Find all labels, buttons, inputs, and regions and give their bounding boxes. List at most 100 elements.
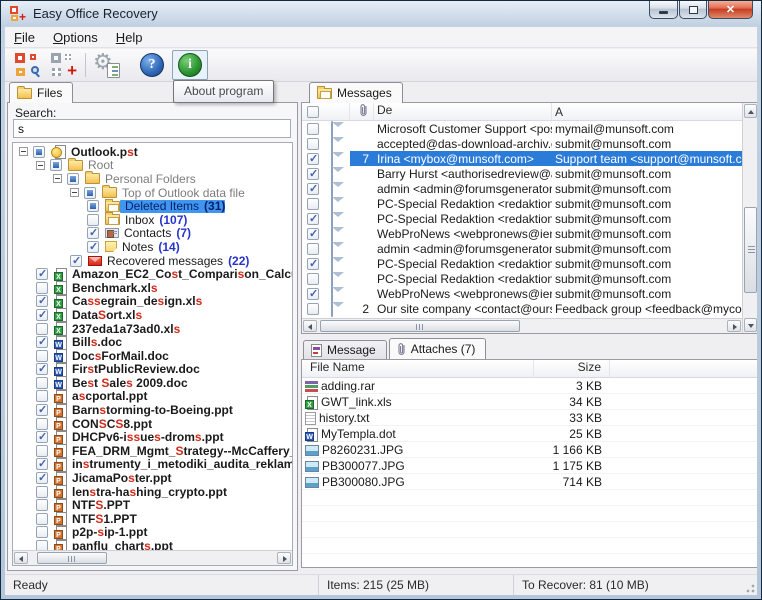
scroll-down-button[interactable] — [744, 318, 757, 332]
attachment-row[interactable]: P8260231.JPG 1 166 KB — [302, 442, 757, 458]
tab-attaches[interactable]: Attaches (7) — [388, 338, 487, 359]
file-name-column-header[interactable]: File Name — [302, 360, 534, 377]
message-checkbox[interactable] — [307, 302, 319, 315]
message-row[interactable]: WebProNews <webpronews@ientry... submit@… — [302, 225, 742, 242]
message-checkbox[interactable] — [307, 137, 319, 150]
tree-item[interactable]: Outlook.pst — [13, 145, 292, 160]
tree-expander[interactable] — [53, 174, 62, 184]
tree-item[interactable]: W FirstPublicReview.doc — [13, 362, 292, 377]
tree-item[interactable]: Personal Folders — [13, 171, 292, 186]
select-all-checkbox[interactable] — [307, 105, 319, 118]
resize-grip[interactable] — [743, 581, 755, 593]
message-row[interactable]: 2 Our site company <contact@oursite> Fee… — [302, 300, 742, 317]
tree-checkbox[interactable] — [36, 308, 48, 321]
a-column-header[interactable]: A — [552, 105, 742, 119]
message-row[interactable]: PC-Special Redaktion <redaktion@p... sub… — [302, 270, 742, 287]
open-office-file-button[interactable] — [9, 50, 45, 80]
tree-checkbox[interactable] — [36, 362, 48, 376]
tree-horizontal-scrollbar[interactable] — [13, 550, 292, 565]
attachment-row[interactable]: W MyTempla.dot 25 KB — [302, 426, 757, 442]
tree-item[interactable]: Root — [13, 157, 292, 172]
message-checkbox[interactable] — [307, 197, 319, 210]
menu-item-file[interactable]: File — [5, 28, 44, 47]
tree-item[interactable]: X Amazon_EC2_Cost_Comparison_Calculato — [13, 267, 292, 282]
tab-files[interactable]: Files — [9, 82, 74, 103]
size-column-header[interactable]: Size — [534, 360, 610, 377]
message-checkbox[interactable] — [307, 287, 319, 300]
tree-item[interactable]: X Benchmark.xls — [13, 281, 292, 296]
menu-item-help[interactable]: Help — [107, 28, 152, 47]
tree-item[interactable]: Deleted Items (31) — [13, 198, 292, 213]
tree-item[interactable]: P instrumenty_i_metodiki_audita_reklamny — [13, 457, 292, 472]
message-row[interactable]: Barry Hurst <authorisedreview@aol... sub… — [302, 165, 742, 182]
message-checkbox[interactable] — [307, 122, 319, 135]
tree-checkbox[interactable] — [87, 213, 99, 226]
message-checkbox[interactable] — [307, 212, 319, 225]
add-office-file-button[interactable]: + — [45, 50, 81, 80]
attachment-column-header[interactable] — [350, 103, 374, 120]
messages-vertical-scrollbar[interactable] — [742, 103, 757, 333]
message-checkbox[interactable] — [307, 227, 319, 240]
tree-checkbox[interactable] — [36, 540, 48, 550]
tree-item[interactable]: Notes (14) — [13, 240, 292, 254]
tree-item[interactable]: P p2p-sip-1.ppt — [13, 525, 292, 540]
tree-item[interactable]: Inbox (107) — [13, 212, 292, 227]
attachment-row[interactable]: history.txt 33 KB — [302, 410, 757, 426]
scroll-right-button[interactable] — [727, 320, 741, 332]
tree-expander[interactable] — [70, 188, 79, 198]
attachment-row[interactable]: PB300080.JPG 714 KB — [302, 474, 757, 490]
tree-item[interactable]: W Bills.doc — [13, 335, 292, 350]
message-row[interactable]: admin <admin@forumsgenerator.co... submi… — [302, 180, 742, 197]
tree-expander[interactable] — [19, 147, 28, 157]
message-row[interactable]: Microsoft Customer Support <postm... mym… — [302, 121, 742, 137]
tree-checkbox[interactable] — [36, 376, 48, 389]
tree-checkbox[interactable] — [36, 430, 48, 444]
tree-checkbox[interactable] — [87, 226, 99, 240]
tree-checkbox[interactable] — [36, 499, 48, 512]
tree-item[interactable]: P CONSCS8.ppt — [13, 417, 292, 432]
message-row[interactable]: PC-Special Redaktion <redaktion@p... sub… — [302, 255, 742, 272]
tree-checkbox[interactable] — [36, 403, 48, 417]
tree-item[interactable]: X 237eda1a73ad0.xls — [13, 322, 292, 337]
tree-checkbox[interactable] — [36, 281, 48, 294]
tree-checkbox[interactable] — [36, 485, 48, 498]
message-checkbox[interactable] — [307, 167, 319, 180]
tree-checkbox[interactable] — [67, 172, 79, 185]
message-checkbox[interactable] — [307, 272, 319, 285]
tree-checkbox[interactable] — [36, 457, 48, 471]
tree-checkbox[interactable] — [36, 335, 48, 349]
tree-item[interactable]: Contacts (7) — [13, 226, 292, 240]
tree-item[interactable]: Top of Outlook data file — [13, 185, 292, 200]
minimize-button[interactable] — [649, 1, 678, 19]
message-row[interactable]: PC-Special Redaktion <redaktion@p... sub… — [302, 195, 742, 212]
scroll-up-button[interactable] — [744, 104, 757, 118]
attachment-row[interactable]: adding.rar 3 KB — [302, 378, 757, 394]
tree-checkbox[interactable] — [36, 267, 48, 281]
tree-item[interactable]: P DHCPv6-issues-droms.ppt — [13, 430, 292, 445]
tree-item[interactable]: W Best Sales 2009.doc — [13, 376, 292, 391]
help-button[interactable]: ? — [134, 50, 170, 80]
tree-checkbox[interactable] — [36, 322, 48, 335]
scrollbar-thumb[interactable] — [320, 320, 520, 332]
message-checkbox[interactable] — [307, 242, 319, 255]
tab-message[interactable]: Message — [303, 340, 387, 359]
tree-checkbox[interactable] — [33, 145, 45, 158]
attachment-row[interactable]: X GWT_link.xls 34 KB — [302, 394, 757, 410]
messages-horizontal-scrollbar[interactable] — [302, 318, 742, 333]
tree-item[interactable]: P FEA_DRM_Mgmt_Strategy--McCaffery_20 — [13, 444, 292, 459]
message-row[interactable]: 7 Irina <mybox@munsoft.com> Support team… — [302, 150, 742, 167]
tree-expander[interactable] — [36, 160, 45, 170]
tree-checkbox[interactable] — [36, 512, 48, 525]
scroll-right-button[interactable] — [277, 552, 291, 564]
messages-header[interactable]: De A — [302, 103, 742, 121]
tree-item[interactable]: W DocsForMail.doc — [13, 349, 292, 364]
tree-item[interactable]: P Barnstorming-to-Boeing.ppt — [13, 403, 292, 418]
title-bar[interactable]: + Easy Office Recovery ✕ — [1, 1, 761, 27]
message-checkbox[interactable] — [307, 257, 319, 270]
tree-checkbox[interactable] — [87, 240, 99, 253]
attaches-header[interactable]: File Name Size — [302, 360, 757, 378]
attachment-row[interactable]: PB300077.JPG 1 175 KB — [302, 458, 757, 474]
tree-item[interactable]: P NTFS.PPT — [13, 498, 292, 513]
message-row[interactable]: admin <admin@forumsgenerator.co... submi… — [302, 240, 742, 257]
scrollbar-thumb[interactable] — [37, 552, 107, 564]
